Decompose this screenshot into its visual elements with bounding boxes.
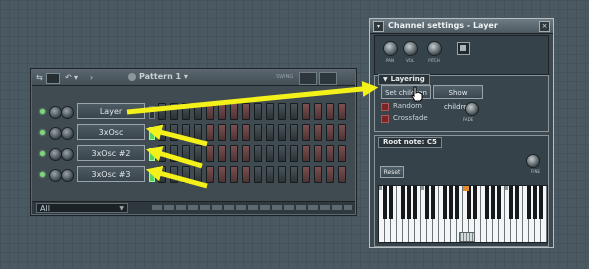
annotation-arrows xyxy=(126,80,379,189)
arrow-to-3xosc xyxy=(145,124,208,147)
hand-cursor-icon xyxy=(411,86,423,102)
arrow-to-3xosc-2 xyxy=(145,146,203,169)
arrow-to-set-children xyxy=(126,80,379,115)
arrow-to-3xosc-3 xyxy=(145,165,208,189)
